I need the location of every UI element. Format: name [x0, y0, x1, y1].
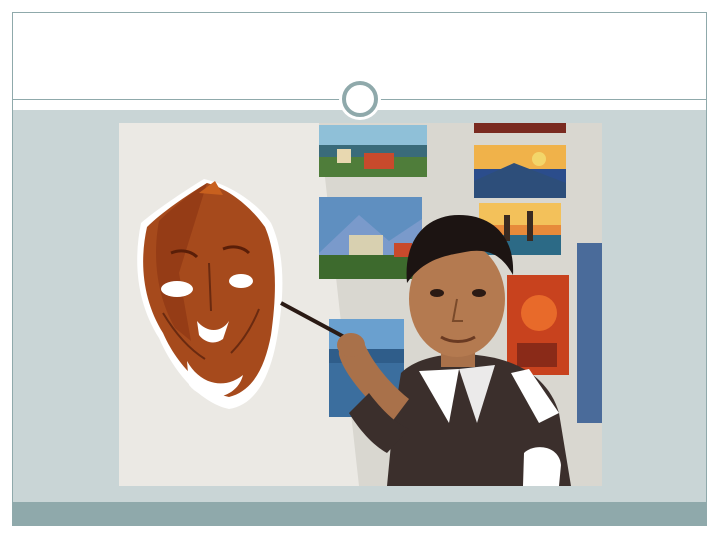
wall-painting-7 — [507, 275, 569, 375]
wall-painting-1 — [319, 125, 427, 177]
circle-ornament-icon — [342, 81, 378, 117]
wall-painting-2 — [319, 197, 422, 279]
wall-painting-8 — [577, 243, 602, 423]
footer-band — [13, 502, 706, 525]
wall-painting-5 — [474, 145, 566, 198]
slide-photo[interactable] — [119, 123, 602, 486]
wall-painting-4 — [474, 123, 566, 133]
